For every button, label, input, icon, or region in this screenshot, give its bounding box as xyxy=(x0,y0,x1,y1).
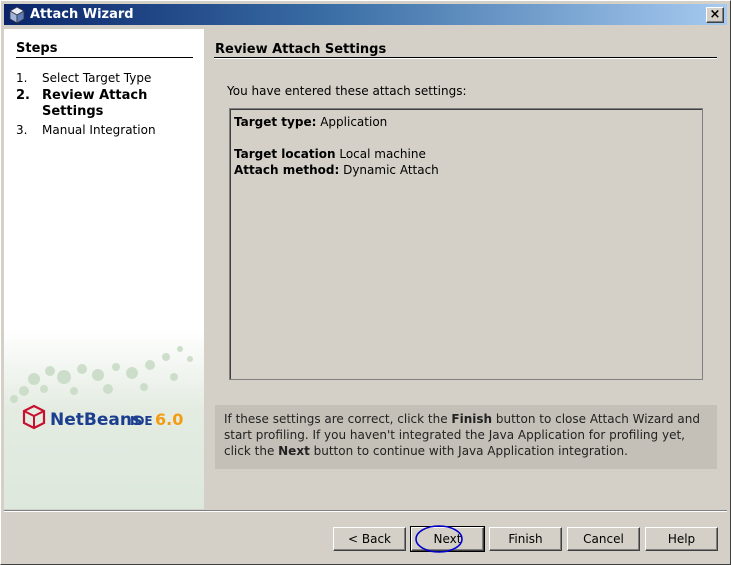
step-label: Manual Integration xyxy=(42,123,156,137)
help-button[interactable]: Help xyxy=(645,527,718,551)
info-text-part: If these settings are correct, click the xyxy=(224,412,452,426)
step-number: 2. xyxy=(16,88,30,103)
attach-wizard-dialog: Attach Wizard × Steps 1. Select Target T… xyxy=(0,0,731,565)
logo-ide: IDE xyxy=(130,414,153,428)
settings-summary-area[interactable]: Target type: Application Target location… xyxy=(229,108,703,380)
next-highlight-ellipse xyxy=(415,525,463,553)
step-number: 3. xyxy=(16,123,28,137)
steps-panel: Steps 1. Select Target Type 2. Review At… xyxy=(4,29,204,509)
intro-text: You have entered these attach settings: xyxy=(227,84,467,98)
logo-version: 6.0 xyxy=(155,410,183,429)
target-type-row: Target type: Application xyxy=(234,114,698,130)
close-button[interactable]: × xyxy=(706,7,724,23)
window-title: Attach Wizard xyxy=(30,7,134,22)
target-type-value: Application xyxy=(320,115,388,129)
button-bar-separator-highlight xyxy=(4,511,727,512)
step-label: Review Attach Settings xyxy=(42,88,148,119)
finish-button[interactable]: Finish xyxy=(489,527,562,551)
target-location-label: Target location xyxy=(234,147,336,161)
close-icon: × xyxy=(709,7,721,22)
cancel-button[interactable]: Cancel xyxy=(567,527,640,551)
page-title: Review Attach Settings xyxy=(215,42,387,57)
netbeans-cube-icon xyxy=(22,404,46,430)
cube-icon xyxy=(9,6,25,24)
header-divider-highlight xyxy=(214,58,717,59)
info-next-word: Next xyxy=(278,444,310,458)
info-text-part: button to continue with Java Application… xyxy=(309,444,628,458)
steps-header: Steps xyxy=(16,41,58,56)
logo-brand: NetBeans xyxy=(50,410,142,430)
attach-method-row: Attach method: Dynamic Attach xyxy=(234,162,698,178)
target-type-label: Target type: xyxy=(234,115,317,129)
back-button[interactable]: < Back xyxy=(333,527,406,551)
decorative-dots xyxy=(10,346,193,403)
title-bar[interactable]: Attach Wizard × xyxy=(4,4,727,25)
target-location-value: Local machine xyxy=(339,147,426,161)
attach-method-value: Dynamic Attach xyxy=(343,163,439,177)
step-number: 1. xyxy=(16,71,28,85)
steps-divider xyxy=(16,57,193,58)
info-finish-word: Finish xyxy=(451,412,493,426)
target-location-row: Target location Local machine xyxy=(234,146,698,162)
attach-method-label: Attach method: xyxy=(234,163,340,177)
step-label: Select Target Type xyxy=(42,71,152,85)
info-hint-box: If these settings are correct, click the… xyxy=(215,405,717,469)
netbeans-logo: NetBeans IDE 6.0 xyxy=(22,404,183,430)
